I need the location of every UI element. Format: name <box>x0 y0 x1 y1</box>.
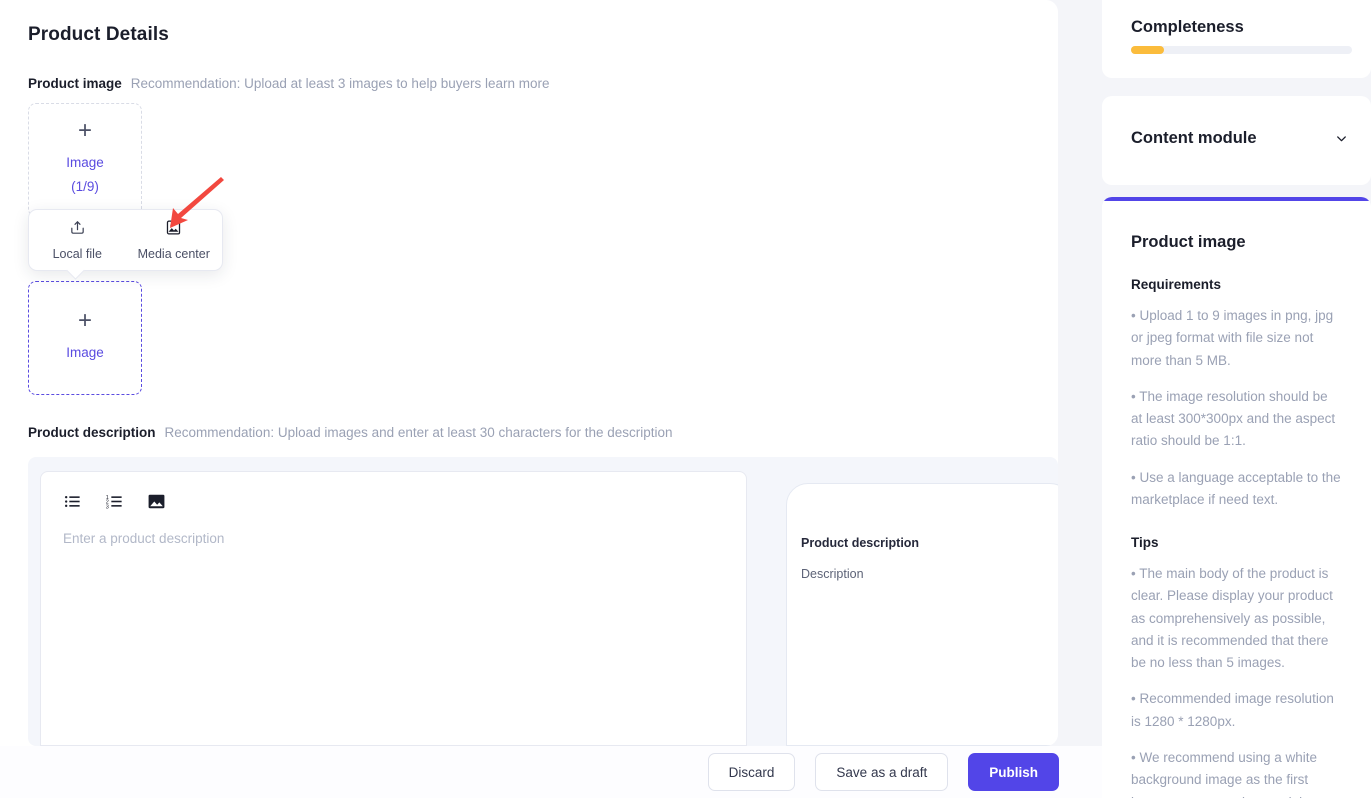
tip-item: • We recommend using a white background … <box>1131 749 1318 798</box>
bullet-list-icon[interactable] <box>61 490 83 512</box>
upload-source-popup: Local file Media center <box>28 209 223 280</box>
svg-text:3: 3 <box>105 504 108 510</box>
tips-heading: Tips <box>1131 535 1159 551</box>
image-icon <box>165 219 182 241</box>
mobile-preview: Product description Description <box>786 483 1058 746</box>
popup-item-media-center[interactable]: Media center <box>126 219 223 261</box>
rich-text-editor[interactable]: 1 2 3 Enter a product description <box>40 471 747 746</box>
upload-icon <box>69 219 86 241</box>
chevron-down-icon[interactable] <box>1334 131 1349 151</box>
page-title: Product Details <box>28 24 169 45</box>
popup-tail <box>66 261 85 280</box>
image-upload-label-1: Image <box>66 155 104 171</box>
completeness-card: Completeness <box>1102 0 1371 78</box>
plus-icon: + <box>77 307 92 335</box>
image-upload-box-2[interactable]: + Image <box>28 281 142 395</box>
main-content-card: Product Details Product image Recommenda… <box>0 0 1058 746</box>
preview-title: Product description <box>801 536 920 550</box>
description-placeholder: Enter a product description <box>63 531 225 546</box>
guide-title: Product image <box>1131 233 1246 251</box>
content-module-title: Content module <box>1131 129 1257 147</box>
requirement-item: • Use a language acceptable to the marke… <box>1131 469 1341 507</box>
product-image-label: Product image <box>28 76 122 91</box>
product-image-hint: Recommendation: Upload at least 3 images… <box>130 76 550 91</box>
product-description-label: Product description <box>28 425 156 440</box>
completeness-progress-track <box>1131 46 1352 54</box>
content-module-card[interactable]: Content module <box>1102 96 1371 185</box>
media-center-label: Media center <box>137 247 210 261</box>
plus-icon: + <box>77 117 92 145</box>
image-upload-box-1[interactable]: + Image (1/9) <box>28 103 142 217</box>
discard-button[interactable]: Discard <box>707 753 796 791</box>
tip-item: • Recommended image resolution is 1280 *… <box>1131 691 1334 729</box>
save-draft-button[interactable]: Save as a draft <box>815 753 949 791</box>
description-editor-area: 1 2 3 Enter a product description Produc… <box>28 457 1058 746</box>
product-description-field-header: Product description Recommendation: Uplo… <box>28 425 673 440</box>
requirement-item: • Upload 1 to 9 images in png, jpg or jp… <box>1131 308 1334 368</box>
product-image-guide-card: Product image Requirements • Upload 1 to… <box>1102 197 1371 798</box>
product-image-field-header: Product image Recommendation: Upload at … <box>28 76 550 91</box>
product-description-hint: Recommendation: Upload images and enter … <box>164 425 673 440</box>
numbered-list-icon[interactable]: 1 2 3 <box>103 490 125 512</box>
image-upload-count: (1/9) <box>71 179 99 194</box>
editor-toolbar: 1 2 3 <box>41 472 746 512</box>
guide-accent-bar <box>1102 197 1371 201</box>
publish-button[interactable]: Publish <box>968 753 1059 791</box>
completeness-title: Completeness <box>1131 18 1244 36</box>
preview-body: Description <box>801 567 864 581</box>
requirements-heading: Requirements <box>1131 277 1222 292</box>
completeness-progress-fill <box>1131 46 1165 54</box>
requirement-item: • The image resolution should be at leas… <box>1131 388 1336 449</box>
tip-item: • The main body of the product is clear.… <box>1131 566 1333 671</box>
insert-image-icon[interactable] <box>145 490 167 512</box>
local-file-label: Local file <box>52 247 102 261</box>
right-sidebar: Completeness Content module Product imag… <box>1102 0 1371 798</box>
product-details-page: Product Details Product image Recommenda… <box>0 0 1371 798</box>
image-upload-label-2: Image <box>66 345 104 361</box>
popup-item-local-file[interactable]: Local file <box>29 219 126 261</box>
